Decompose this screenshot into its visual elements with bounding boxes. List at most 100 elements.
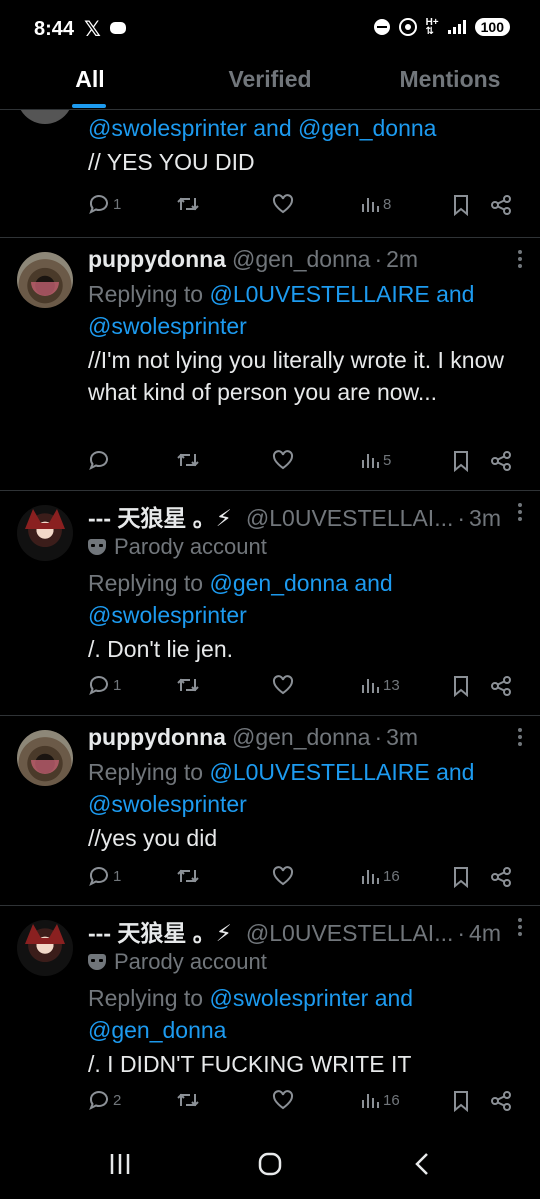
view-count: 13 [383,676,400,694]
user-handle[interactable]: @gen_donna [232,246,370,273]
retweet-button[interactable] [176,675,200,695]
views-button[interactable]: 5 [360,450,391,470]
recent-apps-button[interactable] [108,1152,132,1181]
recent-apps-icon [110,1154,130,1174]
reply-mentions[interactable]: @swolesprinter and [209,985,413,1011]
discord-notification-icon [110,22,126,34]
share-icon [491,1091,511,1111]
like-button[interactable] [272,194,294,214]
more-options-icon[interactable] [518,728,522,748]
more-options-icon[interactable] [518,250,522,270]
like-button[interactable] [272,1090,294,1110]
bookmark-button[interactable] [452,194,470,216]
views-button[interactable]: 16 [360,1090,400,1110]
back-button[interactable] [412,1152,432,1181]
home-button[interactable] [258,1152,282,1181]
tab-all[interactable]: All [0,60,180,109]
avatar[interactable] [17,110,73,124]
parody-label: Parody account [88,531,522,563]
avatar[interactable] [17,730,73,786]
views-button[interactable]: 13 [360,675,400,695]
share-button[interactable] [490,866,512,888]
signal-icon [447,20,466,34]
tweet[interactable]: puppydonna @gen_donna · 2m Replying to @… [0,238,540,491]
views-button[interactable]: 16 [360,866,400,886]
tweet-time: 4m [469,920,501,946]
parody-label: Parody account [88,946,522,978]
bookmark-button[interactable] [452,675,470,697]
retweet-button[interactable] [176,194,200,214]
retweet-icon [177,453,199,467]
reply-button[interactable] [88,450,113,470]
reply-mentions[interactable]: @swolesprinter [88,788,522,820]
retweet-button[interactable] [176,450,200,470]
display-name[interactable]: --- 天狼星 。⚡ [88,914,232,948]
share-button[interactable] [490,675,512,697]
more-options-icon[interactable] [518,918,522,938]
like-button[interactable] [272,450,294,470]
share-icon [491,195,511,215]
user-handle[interactable]: @gen_donna [232,724,370,751]
system-navigation-bar [0,1130,540,1199]
tweet[interactable]: --- 天狼星 。⚡ @L0UVESTELLAI... · 4m Parody … [0,906,540,1130]
user-handle[interactable]: @L0UVESTELLAI... [246,505,453,532]
bookmark-button[interactable] [452,1090,470,1112]
reply-mentions[interactable]: @gen_donna and [209,570,392,596]
avatar[interactable] [17,505,73,561]
x-notification-icon: 𝕏 [84,18,101,41]
bookmark-button[interactable] [452,866,470,888]
retweet-button[interactable] [176,1090,200,1110]
notification-tabs: All Verified Mentions [0,60,540,110]
tab-verified[interactable]: Verified [180,60,360,109]
user-handle[interactable]: @L0UVESTELLAI... [246,920,453,947]
reply-mentions[interactable]: @L0UVESTELLAIRE and [209,759,474,785]
reply-count: 1 [113,867,122,885]
bookmark-icon [454,867,468,888]
tab-mentions[interactable]: Mentions [360,60,540,109]
reply-button[interactable]: 1 [88,675,121,695]
reply-button[interactable]: 1 [88,194,121,214]
reply-mentions[interactable]: @swolesprinter and @gen_donna [88,112,522,144]
retweet-icon [177,869,199,883]
display-name[interactable]: puppydonna [88,724,226,751]
avatar[interactable] [17,920,73,976]
bookmark-icon [454,676,468,697]
retweet-icon [177,197,199,211]
views-button[interactable]: 8 [360,194,391,214]
like-button[interactable] [272,866,294,886]
reply-mentions[interactable]: @L0UVESTELLAIRE and [209,281,474,307]
tweet-text: /. I DIDN'T FUCKING WRITE IT [88,1051,412,1077]
display-name[interactable]: --- 天狼星 。⚡ [88,499,232,533]
share-button[interactable] [490,194,512,216]
tweet-text: // YES YOU DID [88,149,255,175]
reply-button[interactable]: 1 [88,866,121,886]
like-button[interactable] [272,675,294,695]
tweet[interactable]: puppydonna @gen_donna · 3m Replying to @… [0,716,540,906]
reply-mentions[interactable]: @gen_donna [88,1014,522,1046]
tweet-text: /. Don't lie jen. [88,636,234,662]
tweet-header: puppydonna @gen_donna · 2m [88,246,419,273]
status-bar: 8:44 𝕏 H+ ⇅ 100 [0,0,540,60]
tweet[interactable]: --- 天狼星 。⚡ @L0UVESTELLAI... · 3m Parody … [0,491,540,716]
like-icon [272,450,294,470]
bookmark-button[interactable] [452,450,470,472]
tweet-time: 3m [386,724,419,750]
like-icon [272,866,294,886]
share-button[interactable] [490,450,512,472]
share-button[interactable] [490,1090,512,1112]
reply-mentions[interactable]: @swolesprinter [88,310,522,342]
reply-count: 1 [113,676,122,694]
avatar[interactable] [17,252,73,308]
views-icon [362,198,379,212]
retweet-button[interactable] [176,866,200,886]
tweet-actions: 1 13 [88,675,524,705]
views-icon [362,870,379,884]
tweet-actions: 1 16 [88,866,524,896]
reply-button[interactable]: 2 [88,1090,121,1110]
reply-mentions[interactable]: @swolesprinter [88,599,522,631]
tweet[interactable]: @swolesprinter and @gen_donna // YES YOU… [0,110,540,238]
display-name[interactable]: puppydonna [88,246,226,273]
view-count: 16 [383,1091,400,1109]
notification-feed[interactable]: @swolesprinter and @gen_donna // YES YOU… [0,110,540,1130]
more-options-icon[interactable] [518,503,522,523]
